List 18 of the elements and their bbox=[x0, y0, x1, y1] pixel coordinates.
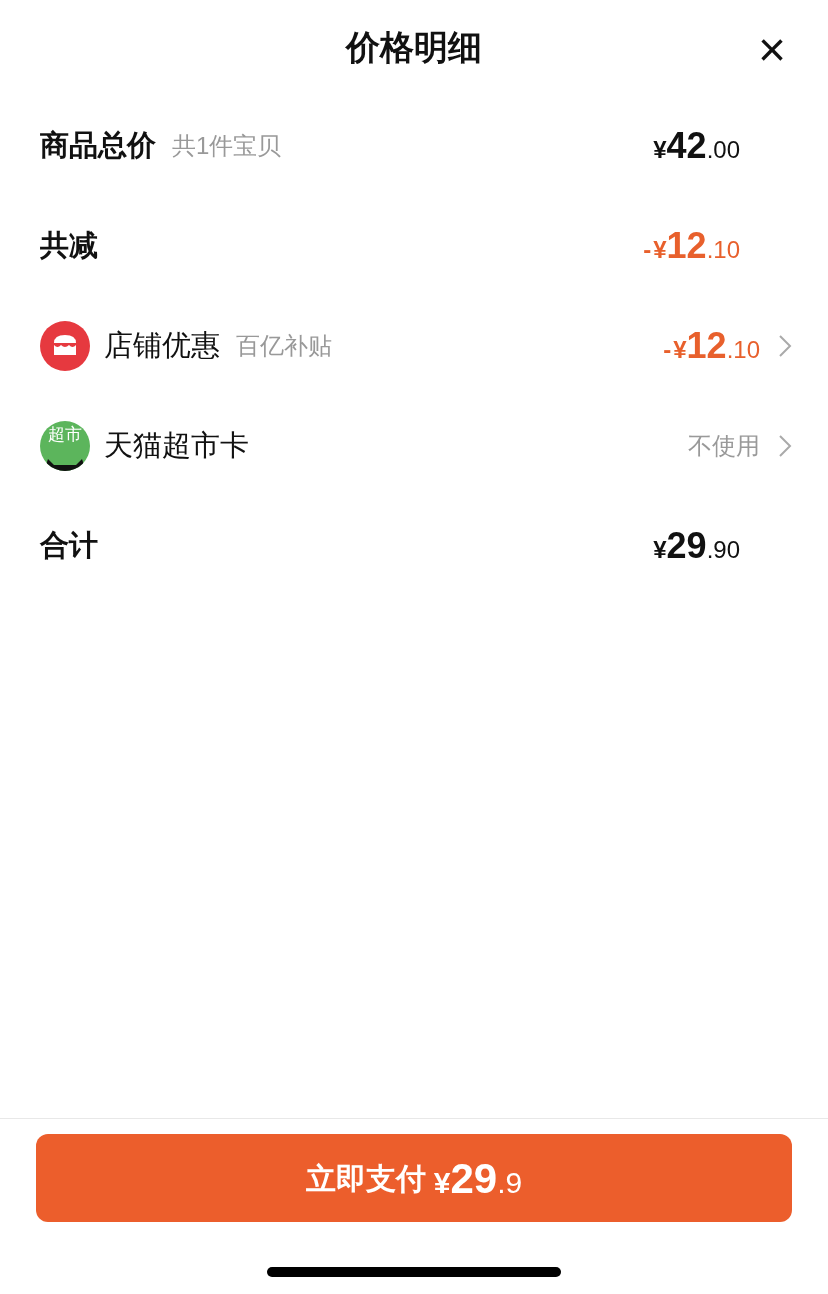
row-note: 百亿补贴 bbox=[236, 331, 332, 361]
price-amount: ¥29.90 bbox=[653, 524, 740, 568]
price-amount: -¥12.10 bbox=[643, 224, 740, 268]
chevron-right-icon[interactable] bbox=[778, 334, 792, 358]
row-label: 合计 bbox=[40, 528, 98, 564]
price-amount: -¥12.10 bbox=[663, 324, 760, 368]
row-label: 商品总价 bbox=[40, 128, 156, 164]
price-amount: ¥42.00 bbox=[653, 124, 740, 168]
sheet-title: 价格明细 bbox=[346, 26, 482, 68]
supermarket-icon: 超市 bbox=[40, 421, 90, 471]
store-icon bbox=[40, 321, 90, 371]
row-label: 共减 bbox=[40, 228, 98, 264]
row-value: 不使用 bbox=[688, 431, 760, 461]
row-note: 共1件宝贝 bbox=[172, 131, 282, 161]
row-label: 店铺优惠 bbox=[104, 328, 220, 364]
chevron-right-icon[interactable] bbox=[778, 434, 792, 458]
row-label: 天猫超市卡 bbox=[104, 428, 249, 464]
close-button[interactable]: × bbox=[752, 30, 792, 70]
